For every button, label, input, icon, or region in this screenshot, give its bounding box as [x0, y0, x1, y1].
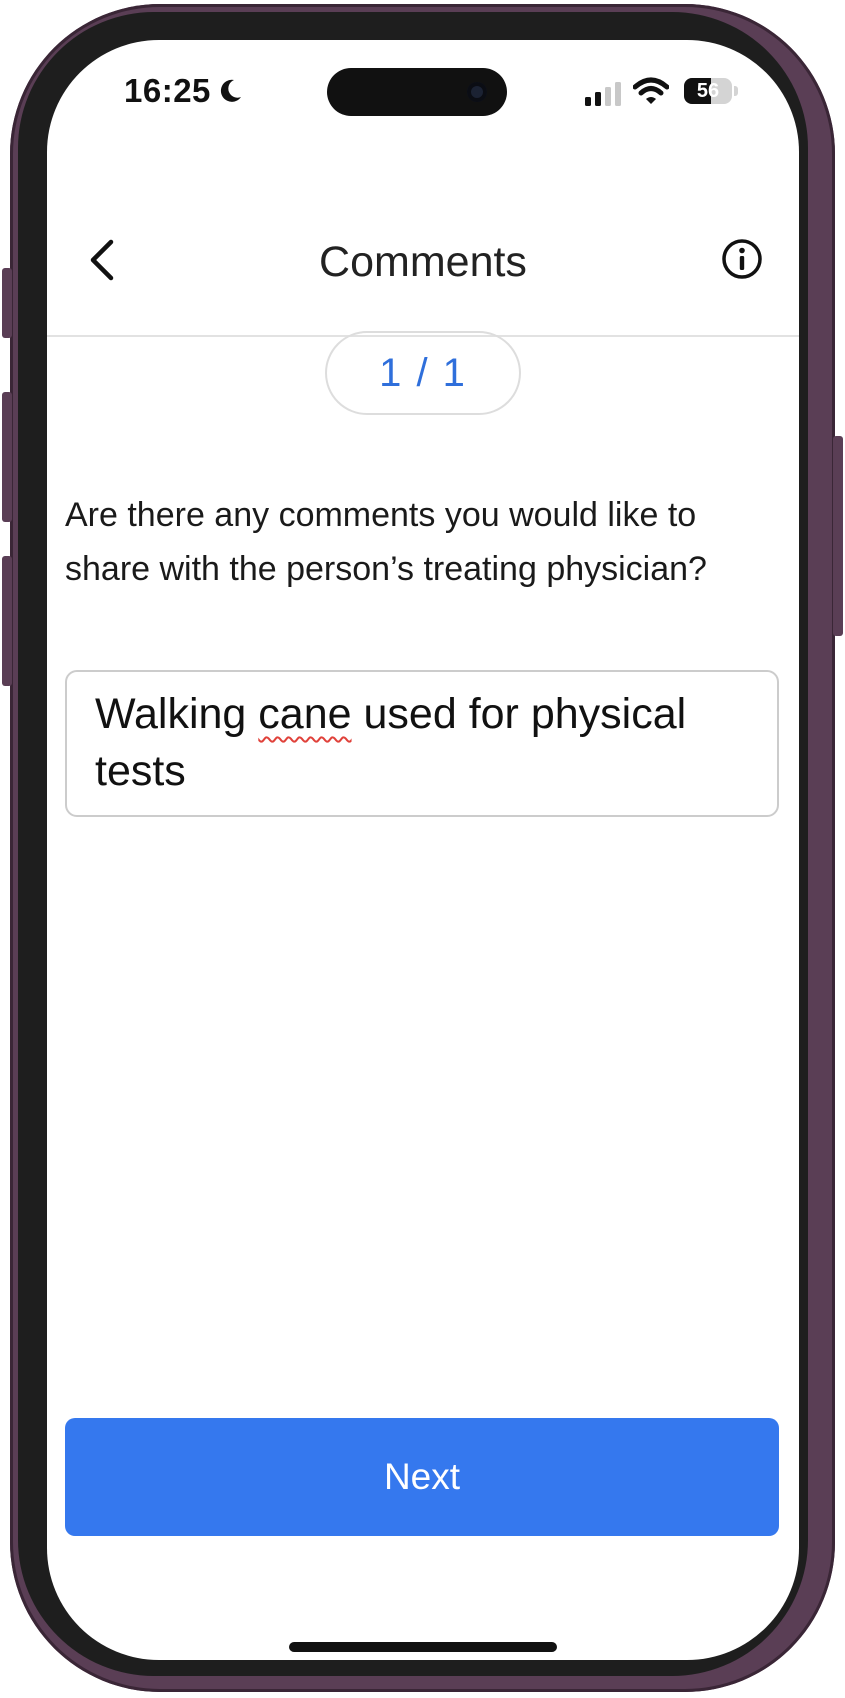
battery-tip — [734, 86, 738, 96]
screen: 16:25 56 Comments 1 / 1 Are there any co… — [47, 40, 799, 1660]
cellular-signal-icon — [585, 82, 621, 106]
action-button — [2, 268, 12, 338]
dynamic-island — [327, 68, 507, 116]
question-counter: 1 / 1 — [325, 331, 521, 415]
next-button[interactable]: Next — [65, 1418, 779, 1536]
page-title: Comments — [319, 238, 527, 286]
wifi-icon — [633, 77, 669, 104]
volume-up-button — [2, 392, 12, 522]
status-time: 16:25 — [124, 72, 211, 109]
question-text: Are there any comments you would like to… — [65, 496, 707, 588]
battery-level: 56 — [696, 80, 720, 102]
camera-icon — [467, 82, 487, 102]
moon-icon — [220, 79, 241, 102]
power-button — [833, 436, 843, 636]
misspelled-word: cane — [258, 690, 352, 738]
answer-word: Walking — [95, 690, 247, 738]
home-indicator[interactable] — [289, 1642, 557, 1652]
battery-icon: 56 — [684, 78, 732, 104]
volume-down-button — [2, 556, 12, 686]
info-icon[interactable] — [721, 238, 763, 280]
status-bar: 16:25 56 — [47, 40, 799, 150]
navigation-bar: Comments — [47, 150, 799, 337]
comment-input[interactable]: Walking cane used for physical tests — [65, 670, 779, 817]
